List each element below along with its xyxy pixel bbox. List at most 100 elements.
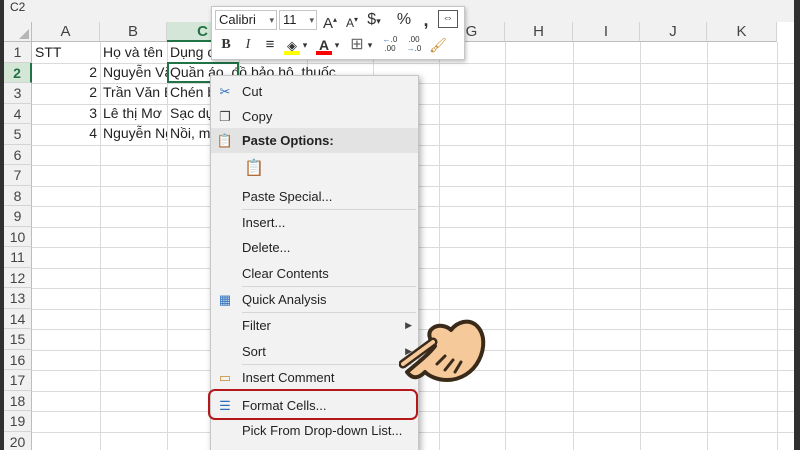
cell-a5[interactable]: 4 (32, 123, 100, 143)
menu-item-quick-analysis[interactable]: ▦ Quick Analysis (211, 287, 418, 312)
menu-item-label: Insert Comment (242, 370, 335, 385)
font-grow-icon[interactable]: A▴ (320, 10, 340, 32)
menu-item-insert[interactable]: Insert... (211, 210, 418, 235)
column-header-b[interactable]: B (100, 22, 167, 42)
copy-icon: ❐ (219, 109, 231, 124)
menu-item-cut[interactable]: ✂ Cut (211, 79, 418, 104)
row-header-8[interactable]: 8 (4, 185, 32, 206)
row-header-16[interactable]: 16 (4, 349, 32, 370)
cell-a3[interactable]: 2 (32, 82, 100, 102)
cell-c1[interactable]: Dụng c (167, 42, 212, 62)
cell-b4[interactable]: Lê thị Mơ (100, 103, 167, 123)
menu-item-label: Paste Options: (242, 133, 334, 148)
wrap-text-icon[interactable]: ⇔ (438, 10, 458, 28)
menu-item-filter[interactable]: Filter ▶ (211, 313, 418, 338)
menu-item-label: Sort (242, 344, 266, 359)
font-color-button[interactable]: A (314, 35, 334, 55)
font-name-box[interactable]: Calibri ▾ (215, 10, 277, 30)
row-header-2[interactable]: 2 (4, 62, 32, 83)
font-shrink-icon[interactable]: A▾ (342, 10, 362, 30)
paste-icon: 📋 (216, 133, 234, 148)
name-box[interactable]: C2 (10, 0, 25, 14)
chevron-down-icon: ▾ (269, 15, 274, 25)
column-header-h[interactable]: H (505, 22, 573, 42)
chevron-down-icon[interactable]: ▾ (365, 35, 375, 55)
column-header-i[interactable]: I (573, 22, 640, 42)
menu-item-label: Cut (242, 84, 263, 99)
row-header-9[interactable]: 9 (4, 206, 32, 227)
menu-item-copy[interactable]: ❐ Copy (211, 104, 418, 129)
row-header-20[interactable]: 20 (4, 431, 32, 450)
row-header-4[interactable]: 4 (4, 103, 32, 124)
row-header-18[interactable]: 18 (4, 390, 32, 411)
menu-item-pick-from-list[interactable]: Pick From Drop-down List... (211, 418, 418, 443)
cell-a2[interactable]: 2 (32, 62, 100, 82)
cell-c5[interactable]: Nồi, m (167, 123, 212, 143)
font-name-value: Calibri (219, 12, 256, 27)
cell-a4[interactable]: 3 (32, 103, 100, 123)
column-header-j[interactable]: J (640, 22, 707, 42)
format-cells-highlight (208, 389, 418, 420)
font-size-box[interactable]: 11 ▾ (279, 10, 317, 30)
row-header-15[interactable]: 15 (4, 329, 32, 350)
italic-button[interactable]: I (238, 35, 258, 55)
chevron-down-icon[interactable]: ▾ (300, 35, 310, 55)
menu-item-label: Clear Contents (242, 266, 329, 281)
quick-analysis-icon: ▦ (218, 292, 232, 307)
column-header-a[interactable]: A (32, 22, 100, 42)
menu-item-label: Delete... (242, 240, 291, 255)
format-painter-icon[interactable]: 🖌 (428, 35, 448, 55)
row-header-19[interactable]: 19 (4, 411, 32, 432)
row-header-10[interactable]: 10 (4, 226, 32, 247)
fill-color-button[interactable]: ◈ (282, 35, 302, 55)
decrease-decimal-icon[interactable]: .00 →.0 (404, 35, 424, 55)
menu-item-delete[interactable]: Delete... (211, 235, 418, 260)
currency-symbol: $ (367, 11, 377, 28)
row-header-3[interactable]: 3 (4, 83, 32, 104)
borders-icon[interactable]: ⊞ (347, 35, 367, 55)
menu-item-clear-contents[interactable]: Clear Contents (211, 261, 418, 286)
cell-c4[interactable]: Sạc dụ (167, 103, 212, 123)
paste-option-icon: 📋 (244, 160, 264, 177)
fill-color-swatch (284, 51, 300, 55)
align-center-icon[interactable]: ≡ (260, 35, 280, 55)
menu-item-label: Paste Special... (242, 189, 333, 204)
bold-button[interactable]: B (216, 35, 236, 55)
menu-item-label: Pick From Drop-down List... (242, 423, 403, 438)
paste-option-button[interactable]: 📋 (211, 156, 418, 184)
row-header-5[interactable]: 5 (4, 124, 32, 145)
menu-item-paste-special[interactable]: Paste Special... (211, 184, 418, 209)
row-header-14[interactable]: 14 (4, 308, 32, 329)
cell-b2[interactable]: Nguyễn Vă (100, 62, 167, 82)
row-header-7[interactable]: 7 (4, 165, 32, 186)
currency-button[interactable]: $▾ (364, 10, 384, 30)
cell-b3[interactable]: Trần Văn B (100, 82, 167, 102)
row-header-1[interactable]: 1 (4, 42, 32, 63)
menu-item-sort[interactable]: Sort ▶ (211, 339, 418, 364)
menu-header-paste-options: 📋 Paste Options: (211, 128, 418, 153)
cell-c3[interactable]: Chén b (167, 82, 212, 102)
cell-b1[interactable]: Họ và tên (100, 42, 167, 62)
scissors-icon: ✂ (219, 84, 231, 99)
row-header-17[interactable]: 17 (4, 370, 32, 391)
pointing-hand-icon (399, 319, 486, 382)
chevron-down-icon: ▾ (309, 15, 314, 25)
comment-icon: ▭ (218, 370, 232, 385)
chevron-down-icon[interactable]: ▾ (332, 35, 342, 55)
cell-a1[interactable]: STT (32, 42, 100, 62)
menu-item-label: Copy (242, 109, 273, 124)
row-header-11[interactable]: 11 (4, 247, 32, 268)
percent-button[interactable]: % (394, 10, 414, 30)
column-header-k[interactable]: K (707, 22, 777, 42)
row-header-12[interactable]: 12 (4, 267, 32, 288)
menu-item-insert-comment[interactable]: ▭ Insert Comment (211, 365, 418, 390)
mini-toolbar: Calibri ▾ 11 ▾ A▴ A▾ $▾ % , ⇔ B I ≡ ◈ ▾ … (211, 6, 465, 60)
row-header-6[interactable]: 6 (4, 144, 32, 165)
cell-b5[interactable]: Nguyễn Ng (100, 123, 167, 143)
comma-button[interactable]: , (416, 10, 436, 30)
font-size-value: 11 (283, 12, 297, 27)
increase-decimal-icon[interactable]: ←.0.00 (380, 35, 400, 55)
row-header-13[interactable]: 13 (4, 288, 32, 309)
select-all-corner[interactable] (4, 22, 32, 42)
menu-item-label: Filter (242, 318, 271, 333)
